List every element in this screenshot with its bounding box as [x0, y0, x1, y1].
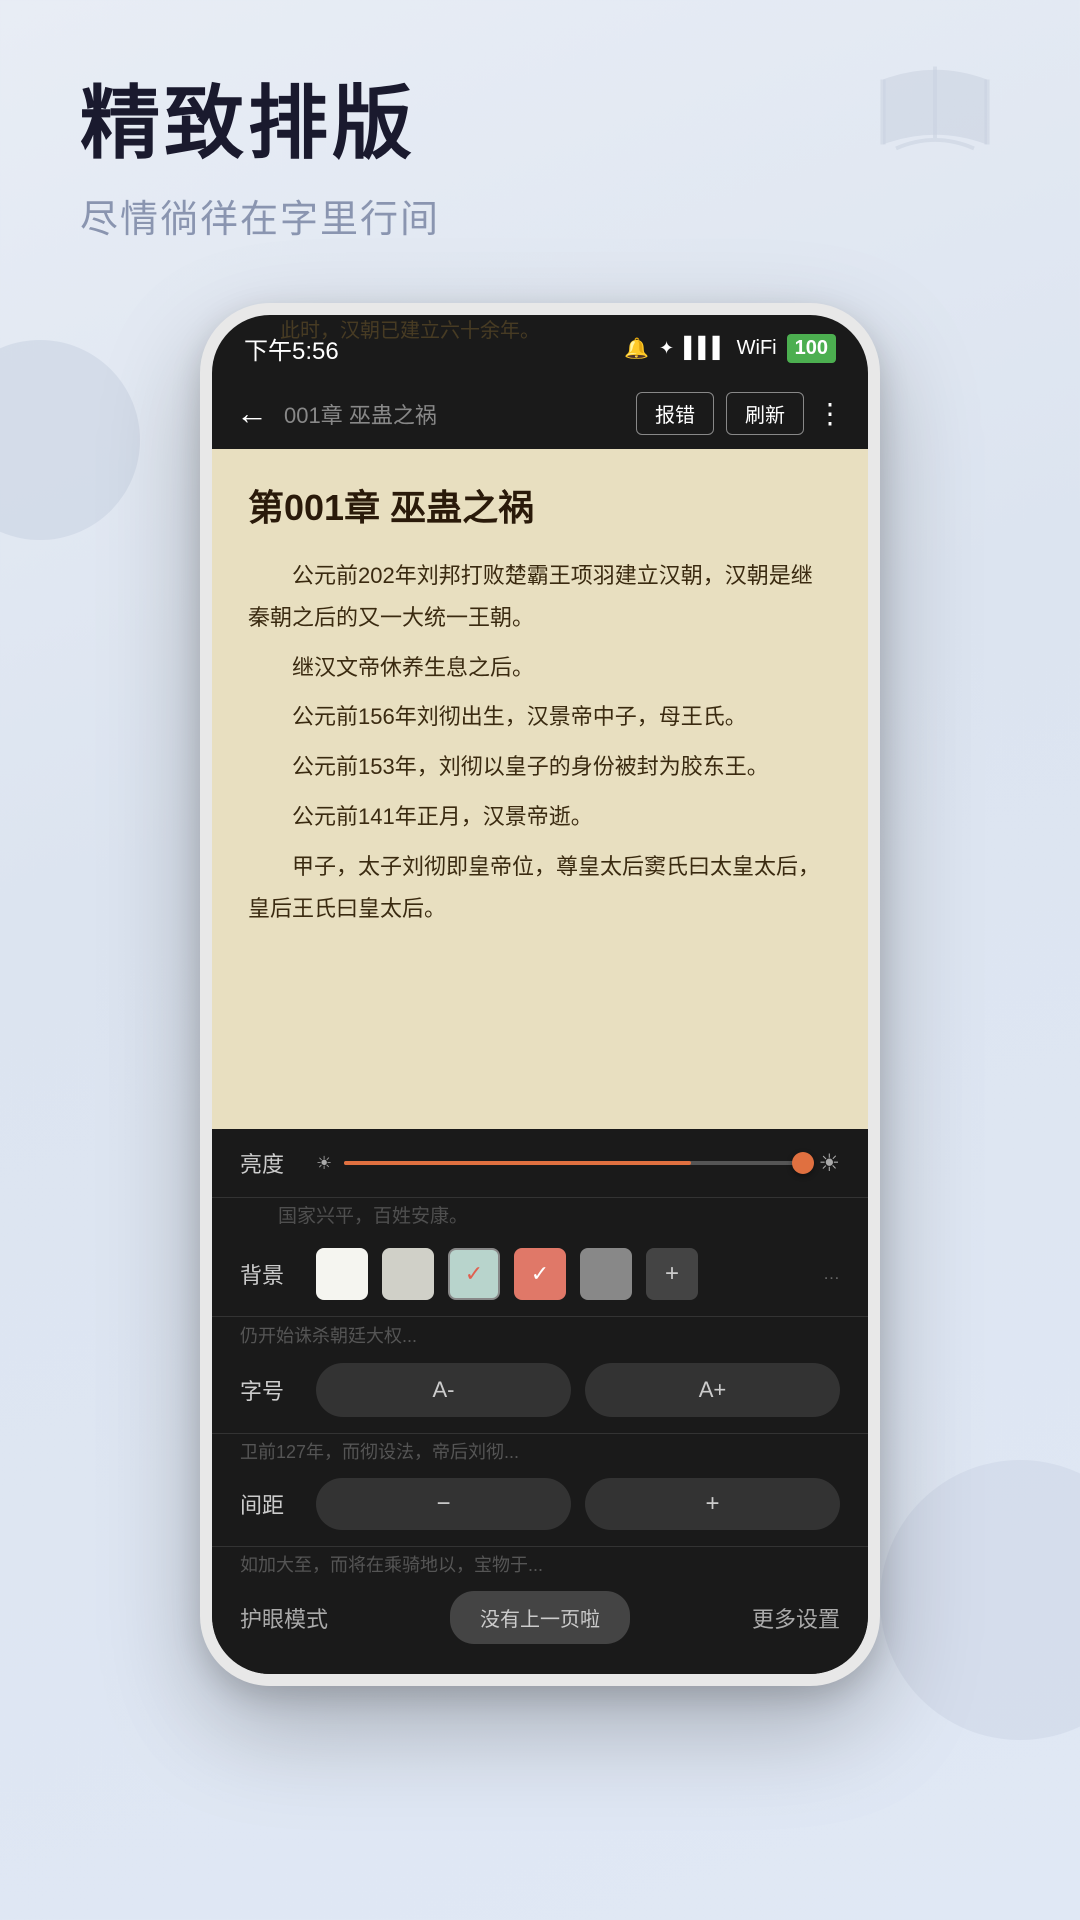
brightness-label: 亮度	[240, 1147, 300, 1179]
no-prev-page: 没有上一页啦	[450, 1591, 630, 1644]
reading-bleed-2: 卫前127年，而彻设法，帝后刘彻...	[212, 1434, 868, 1462]
page-subtitle: 尽情徜徉在字里行间	[80, 188, 1000, 243]
font-size-row: 字号 A- A+	[212, 1347, 868, 1434]
reading-bleed-3: 如加大至，而将在乘骑地以，宝物于...	[212, 1547, 868, 1575]
alarm-icon: 🔔	[624, 336, 649, 361]
font-increase-button[interactable]: A+	[585, 1363, 840, 1417]
spacing-decrease-button[interactable]: −	[316, 1478, 571, 1530]
phone-frame: 下午5:56 🔔 ✦ ▌▌▌ WiFi 100 ← 001章 巫蛊之祸 报错 刷…	[200, 303, 880, 1686]
back-button[interactable]: ←	[236, 395, 268, 432]
page-header: 精致排版 尽情徜徉在字里行间	[0, 0, 1080, 283]
brightness-track[interactable]	[344, 1161, 806, 1165]
paragraph-4: 公元前153年，刘彻以皇子的身份被封为胶东王。	[248, 746, 832, 788]
bg-hint-text: …	[823, 1264, 840, 1284]
reading-content: 公元前202年刘邦打败楚霸王项羽建立汉朝，汉朝是继秦朝之后的又一大统一王朝。 继…	[248, 555, 832, 929]
more-settings-button[interactable]: 更多设置	[752, 1602, 840, 1634]
paragraph-5: 公元前141年正月，汉景帝逝。	[248, 796, 832, 838]
bg-option-darkgray[interactable]	[580, 1248, 632, 1300]
paragraph-1: 公元前202年刘邦打败楚霸王项羽建立汉朝，汉朝是继秦朝之后的又一大统一王朝。	[248, 555, 832, 639]
brightness-high-icon: ☀	[818, 1149, 840, 1178]
status-icons: 🔔 ✦ ▌▌▌ WiFi 100	[624, 334, 836, 363]
bg-option-white[interactable]	[316, 1248, 368, 1300]
nav-title: 001章 巫蛊之祸	[284, 398, 620, 430]
eye-care-button[interactable]: 护眼模式	[240, 1602, 328, 1634]
spacing-label: 间距	[240, 1488, 300, 1520]
bg-option-red[interactable]: ✓	[514, 1248, 566, 1300]
reading-bleed-text-3: 如加大至，而将在乘骑地以，宝物于...	[240, 1547, 840, 1575]
battery-indicator: 100	[787, 334, 836, 363]
nav-buttons: 报错 刷新 ⋮	[636, 392, 844, 435]
background-row: 背景 ✓ ✓ + …	[212, 1232, 868, 1317]
signal-icon: ▌▌▌	[684, 337, 727, 360]
nav-bar: ← 001章 巫蛊之祸 报错 刷新 ⋮	[212, 378, 868, 449]
chapter-title: 第001章 巫蛊之祸	[248, 479, 832, 531]
paragraph-3: 公元前156年刘彻出生，汉景帝中子，母王氏。	[248, 696, 832, 738]
font-size-label: 字号	[240, 1374, 300, 1406]
bg-option-teal[interactable]: ✓	[448, 1248, 500, 1300]
more-button[interactable]: ⋮	[816, 397, 844, 430]
phone-container: 下午5:56 🔔 ✦ ▌▌▌ WiFi 100 ← 001章 巫蛊之祸 报错 刷…	[0, 303, 1080, 1686]
brightness-fill	[344, 1161, 691, 1165]
settings-panel: 此时，汉朝已建立六十余年。 亮度 ☀ ☀ 国家兴平，百姓安康。 背景	[212, 1129, 868, 1674]
report-button[interactable]: 报错	[636, 392, 714, 435]
bg-add-button[interactable]: +	[646, 1248, 698, 1300]
bluetooth-icon: ✦	[659, 338, 674, 359]
spacing-increase-button[interactable]: +	[585, 1478, 840, 1530]
reading-bleed-1: 仍开始诛杀朝廷大权...	[212, 1317, 868, 1347]
brightness-row: 此时，汉朝已建立六十余年。 亮度 ☀ ☀	[212, 1129, 868, 1198]
refresh-button[interactable]: 刷新	[726, 392, 804, 435]
bg-teal-check: ✓	[465, 1261, 483, 1287]
reading-area: 第001章 巫蛊之祸 公元前202年刘邦打败楚霸王项羽建立汉朝，汉朝是继秦朝之后…	[212, 449, 868, 1129]
paragraph-2: 继汉文帝休养生息之后。	[248, 647, 832, 689]
spacing-row: 间距 − +	[212, 1462, 868, 1547]
font-buttons: A- A+	[316, 1363, 840, 1417]
brightness-thumb[interactable]	[792, 1152, 814, 1174]
brightness-slider-container: ☀ ☀	[316, 1149, 840, 1178]
bottom-nav: 护眼模式 没有上一页啦 更多设置	[212, 1575, 868, 1674]
bg-red-check: ✓	[531, 1261, 549, 1287]
font-decrease-button[interactable]: A-	[316, 1363, 571, 1417]
status-bar: 下午5:56 🔔 ✦ ▌▌▌ WiFi 100	[212, 315, 868, 378]
plus-icon: +	[665, 1260, 679, 1288]
status-time: 下午5:56	[244, 331, 339, 366]
wifi-icon: WiFi	[737, 337, 777, 360]
overlay-text-row: 国家兴平，百姓安康。	[212, 1198, 868, 1232]
book-icon	[870, 60, 1000, 190]
page-title: 精致排版	[80, 80, 1000, 168]
overlay-text-2: 国家兴平，百姓安康。	[240, 1198, 840, 1232]
paragraph-6: 甲子，太子刘彻即皇帝位，尊皇太后窦氏曰太皇太后，皇后王氏曰皇太后。	[248, 846, 832, 930]
reading-bleed-text-1: 仍开始诛杀朝廷大权...	[240, 1317, 840, 1347]
spacing-buttons: − +	[316, 1478, 840, 1530]
bg-option-gray[interactable]	[382, 1248, 434, 1300]
background-label: 背景	[240, 1258, 300, 1290]
reading-bleed-text-2: 卫前127年，而彻设法，帝后刘彻...	[240, 1434, 840, 1462]
brightness-low-icon: ☀	[316, 1153, 332, 1174]
background-options: ✓ ✓ +	[316, 1248, 799, 1300]
